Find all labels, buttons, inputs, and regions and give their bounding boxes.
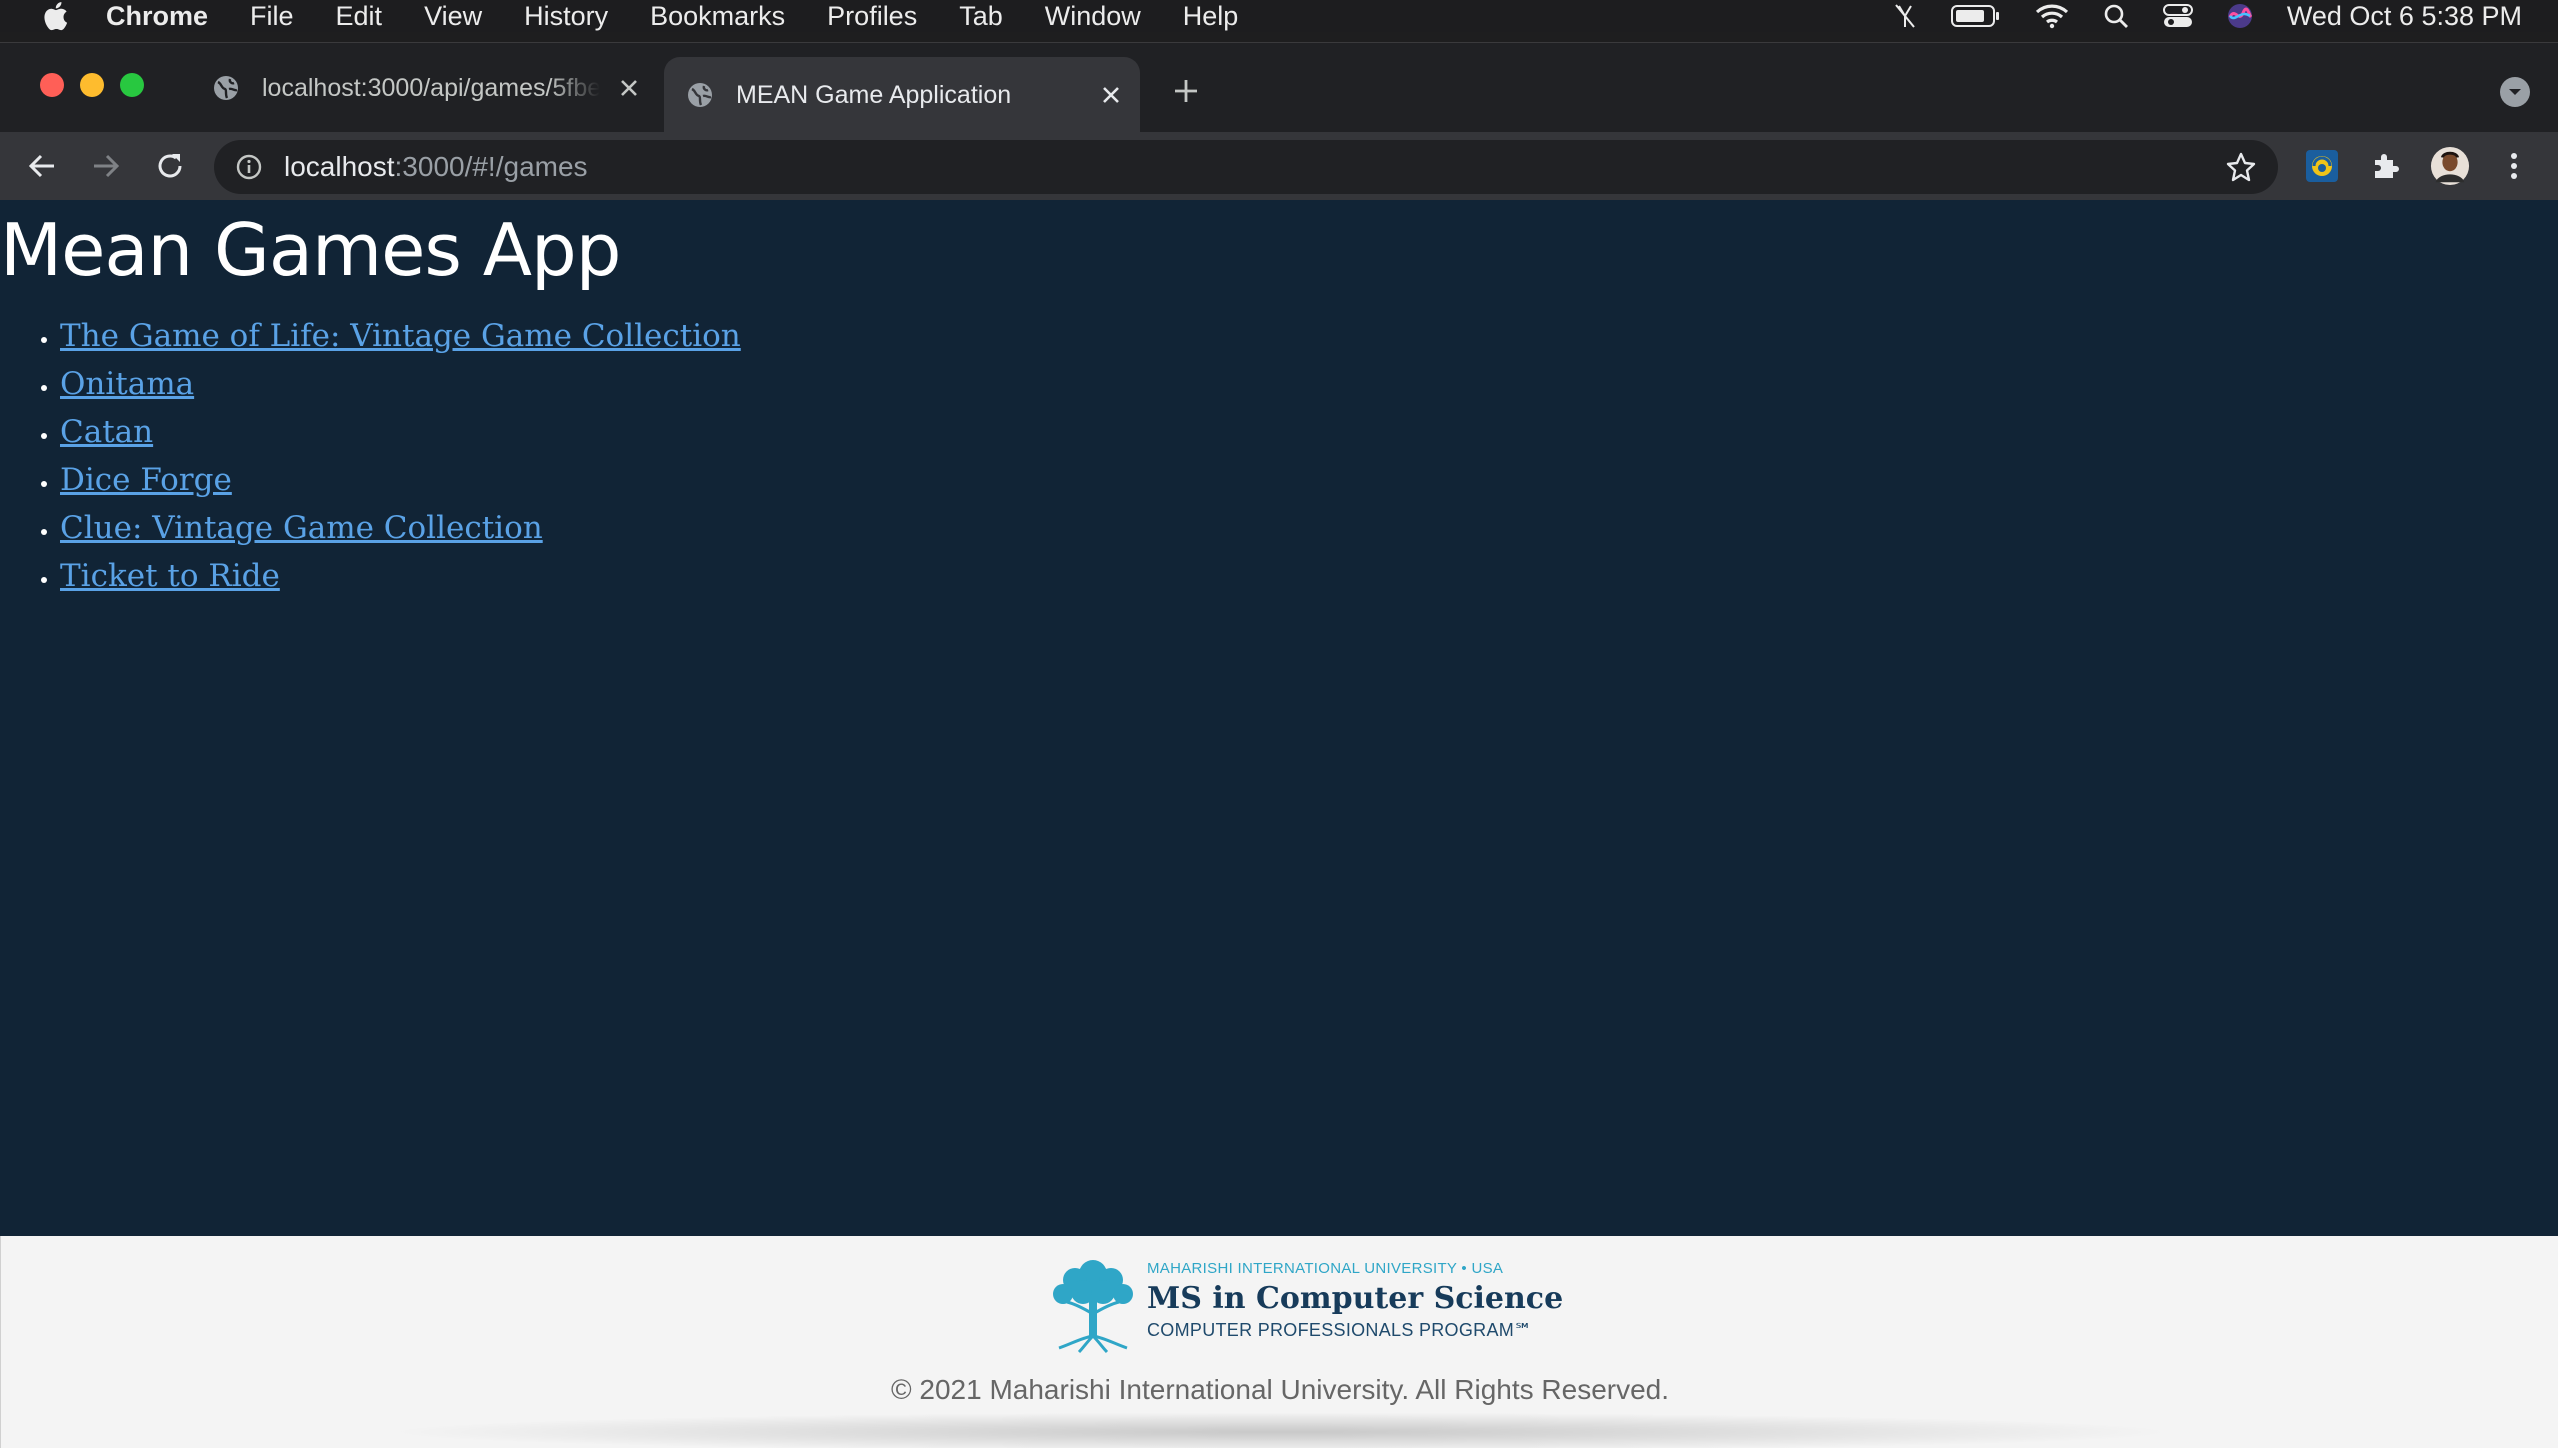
menu-help[interactable]: Help [1183,1,1239,32]
forward-arrow-icon[interactable] [86,146,126,186]
back-arrow-icon[interactable] [22,146,62,186]
screen-mirroring-off-icon[interactable] [1893,3,1917,29]
list-item: Clue: Vintage Game Collection [60,504,741,552]
window-close-button[interactable] [40,73,64,97]
address-bar[interactable]: localhost:3000/#!/games [214,140,2278,194]
logo-university-line: MAHARISHI INTERNATIONAL UNIVERSITY • USA [1147,1260,1504,1277]
siri-icon[interactable] [2227,3,2253,29]
university-logo: MAHARISHI INTERNATIONAL UNIVERSITY • USA… [1045,1252,1563,1354]
extensions-puzzle-icon[interactable] [2366,146,2406,186]
tab-title: MEAN Game Application [736,80,1012,109]
game-link-dice-forge[interactable]: Dice Forge [60,462,232,498]
control-center-icon[interactable] [2162,3,2193,29]
menu-bar-clock[interactable]: Wed Oct 6 5:38 PM [2287,1,2522,32]
menu-file[interactable]: File [250,1,294,32]
game-link-clue[interactable]: Clue: Vintage Game Collection [60,510,543,546]
game-link-onitama[interactable]: Onitama [60,366,194,402]
menu-bookmarks[interactable]: Bookmarks [650,1,785,32]
page-title: Mean Games App [0,208,621,292]
menu-view[interactable]: View [424,1,482,32]
close-icon[interactable] [614,73,644,103]
profile-avatar[interactable] [2430,146,2470,186]
macos-menu-bar: Chrome File Edit View History Bookmarks … [0,0,2558,32]
url-host: localhost [284,151,395,182]
status-area: Wed Oct 6 5:38 PM [1859,0,2522,32]
list-item: Ticket to Ride [60,552,741,600]
apple-menu-icon[interactable] [38,0,72,32]
spotlight-search-icon[interactable] [2103,3,2129,29]
game-link-ticket-to-ride[interactable]: Ticket to Ride [60,558,280,594]
battery-icon[interactable] [1950,4,2001,28]
menu-history[interactable]: History [524,1,608,32]
tab-search-chevron-icon[interactable] [2500,77,2530,107]
list-item: The Game of Life: Vintage Game Collectio… [60,312,741,360]
tab-strip: localhost:3000/api/games/5fbe MEAN Game … [0,42,2558,133]
close-icon[interactable] [1096,80,1126,110]
window-zoom-button[interactable] [120,73,144,97]
menu-edit[interactable]: Edit [336,1,383,32]
wifi-icon[interactable] [2035,3,2069,29]
list-item: Onitama [60,360,741,408]
menu-tab[interactable]: Tab [959,1,1003,32]
globe-icon [212,74,240,102]
menu-window[interactable]: Window [1045,1,1141,32]
tab-mean-game-application[interactable]: MEAN Game Application [664,57,1140,133]
footer-shadow [381,1412,2181,1448]
globe-icon [686,81,714,109]
url-path: :3000/#!/games [394,151,588,182]
site-info-icon[interactable] [234,152,264,182]
games-list: The Game of Life: Vintage Game Collectio… [60,312,741,600]
tab-title: localhost:3000/api/games/5fbe [262,73,600,102]
browser-toolbar: localhost:3000/#!/games [0,132,2558,200]
game-link-catan[interactable]: Catan [60,414,153,450]
list-item: Catan [60,408,741,456]
more-options-kebab-icon[interactable] [2494,146,2534,186]
tree-logo-icon [1053,1260,1133,1354]
logo-text: MAHARISHI INTERNATIONAL UNIVERSITY • USA… [1147,1252,1563,1341]
tab-api-games[interactable]: localhost:3000/api/games/5fbe [200,57,658,119]
window-minimize-button[interactable] [80,73,104,97]
logo-program-subtitle: COMPUTER PROFESSIONALS PROGRAM℠ [1147,1320,1533,1340]
list-item: Dice Forge [60,456,741,504]
bookmark-star-icon[interactable] [2224,150,2258,184]
extension-app-icon[interactable] [2302,146,2342,186]
reload-icon[interactable] [150,146,190,186]
page-footer: MAHARISHI INTERNATIONAL UNIVERSITY • USA… [0,1236,2558,1448]
logo-program-title: MS in Computer Science [1147,1281,1564,1316]
menu-profiles[interactable]: Profiles [827,1,917,32]
game-link-game-of-life[interactable]: The Game of Life: Vintage Game Collectio… [60,318,741,354]
url-text: localhost:3000/#!/games [284,151,588,183]
menu-app-name[interactable]: Chrome [106,1,208,32]
new-tab-plus-icon[interactable] [1168,73,1204,109]
page-viewport: Mean Games App The Game of Life: Vintage… [0,200,2558,1236]
copyright-text: © 2021 Maharishi International Universit… [890,1374,1670,1405]
